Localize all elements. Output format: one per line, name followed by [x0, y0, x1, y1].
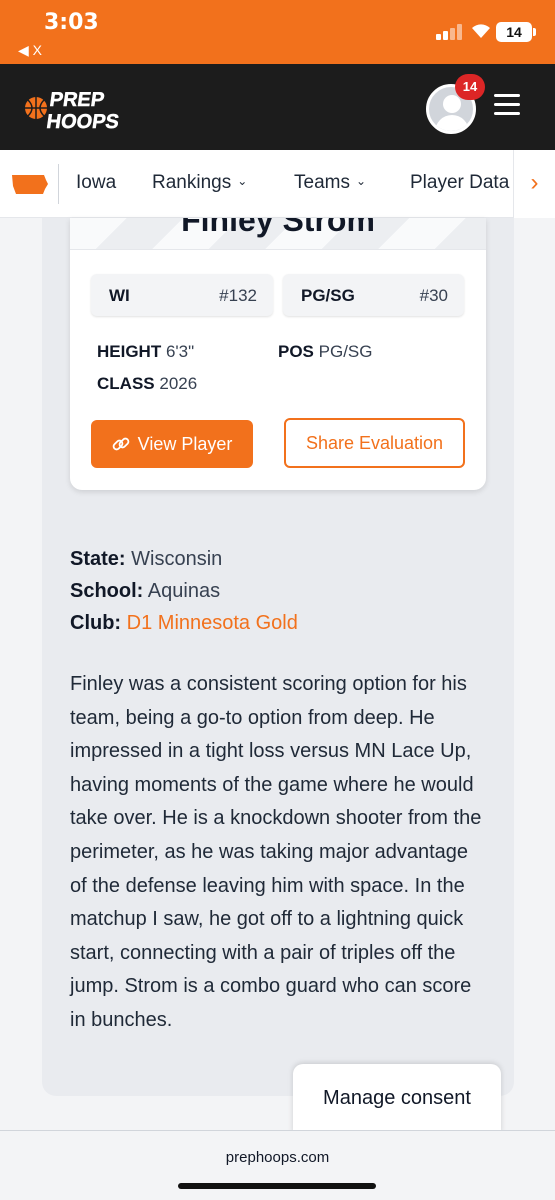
player-name[interactable]: Finley Strom	[70, 218, 486, 239]
nav-divider	[58, 164, 59, 204]
logo-text-hoops: HOOPS	[45, 111, 120, 133]
position-abbr: PG/SG	[301, 286, 355, 305]
battery-icon: 14	[496, 22, 536, 42]
notification-badge[interactable]: 14	[455, 74, 485, 100]
position-rank: #30	[419, 286, 448, 305]
manage-consent-button[interactable]: Manage consent	[293, 1064, 501, 1134]
link-icon	[112, 437, 129, 451]
status-bar: 3:03 ◀ X 14	[0, 0, 555, 64]
detail-state: State: Wisconsin	[70, 548, 223, 570]
hamburger-menu-icon[interactable]	[494, 94, 520, 116]
cellular-signal-icon	[436, 24, 462, 40]
iowa-state-icon[interactable]	[10, 172, 50, 196]
state-rank: #132	[219, 286, 257, 305]
wifi-icon	[472, 24, 490, 38]
detail-school: School: Aquinas	[70, 580, 221, 602]
nav-item-player-data[interactable]: Player Data	[410, 172, 509, 194]
home-indicator[interactable]	[178, 1183, 376, 1189]
club-link[interactable]: D1 Minnesota Gold	[127, 612, 298, 634]
evaluation-text: Finley was a consistent scoring option f…	[70, 673, 482, 1031]
logo-text-prep: PREP	[48, 89, 105, 111]
url-text[interactable]: prephoops.com	[0, 1149, 555, 1166]
player-card: Finley Strom WI #132 PG/SG #30 HEIGHT 6'…	[70, 218, 486, 490]
prephoops-logo[interactable]: PREP HOOPS	[22, 84, 132, 134]
nav-item-iowa[interactable]: Iowa	[76, 172, 116, 194]
position-rank-chip: PG/SG #30	[283, 274, 464, 316]
chevron-down-icon: ⌄	[237, 174, 248, 188]
state-abbr: WI	[109, 286, 130, 305]
nav-item-rankings[interactable]: Rankings ⌄	[152, 172, 247, 194]
browser-bottom-bar: prephoops.com	[0, 1130, 555, 1200]
detail-club: Club: D1 Minnesota Gold	[70, 612, 298, 634]
status-time: 3:03	[44, 10, 99, 35]
state-rank-chip: WI #132	[91, 274, 273, 316]
state-nav-bar: Iowa Rankings ⌄ Teams ⌄ Player Data ›	[0, 150, 555, 218]
chevron-down-icon: ⌄	[355, 174, 367, 188]
nav-item-teams[interactable]: Teams ⌄	[294, 172, 366, 194]
share-evaluation-button[interactable]: Share Evaluation	[284, 418, 465, 468]
class-stat: CLASS 2026	[97, 374, 198, 393]
nav-scroll-right-icon[interactable]: ›	[513, 150, 555, 218]
height-stat: HEIGHT 6'3"	[97, 342, 195, 361]
view-player-button[interactable]: View Player	[91, 420, 253, 468]
position-stat: POS PG/SG	[278, 342, 373, 361]
back-to-app-link[interactable]: ◀ X	[18, 42, 42, 59]
